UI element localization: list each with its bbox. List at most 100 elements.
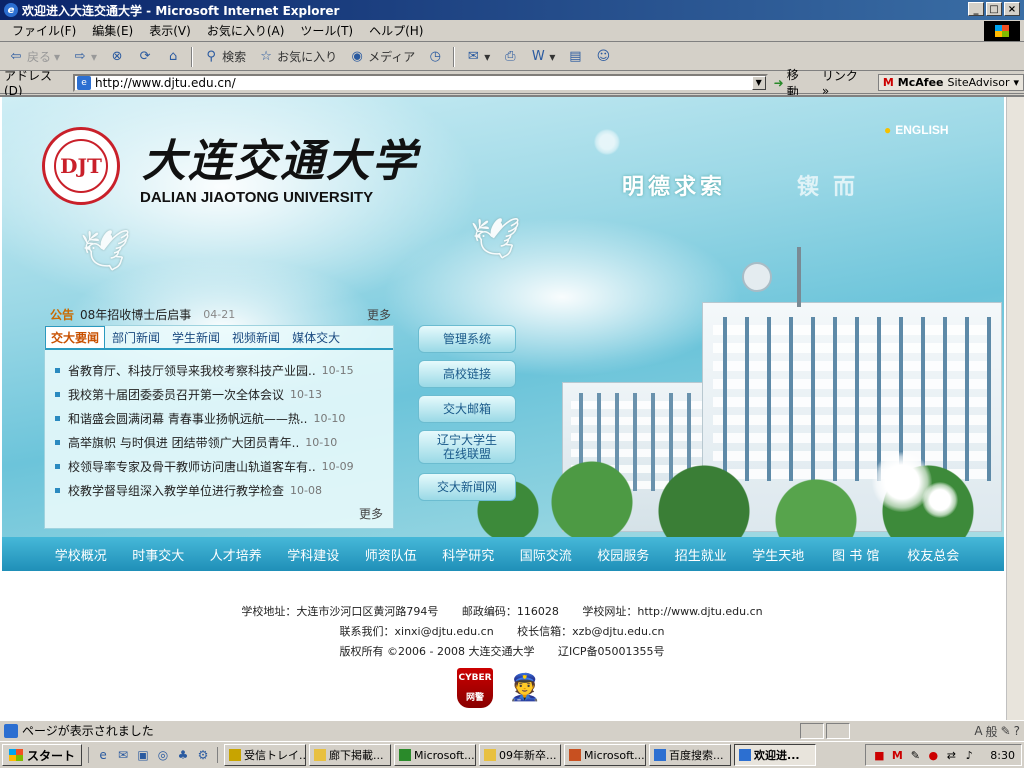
forward-button[interactable]: ⇨ ▾ xyxy=(68,47,101,67)
desktop-quicklaunch-icon[interactable]: ▣ xyxy=(135,747,151,763)
print-button[interactable]: ⎙ xyxy=(498,47,522,67)
taskbar-item[interactable]: Microsoft... xyxy=(564,744,647,766)
news-more-link[interactable]: 更多 xyxy=(359,505,383,522)
discuss-button[interactable]: ▤ xyxy=(563,47,587,67)
taskbar-item[interactable]: 廊下掲載... xyxy=(309,744,392,766)
management-system-button[interactable]: 管理系统 xyxy=(418,325,516,353)
menu-tools[interactable]: ツール(T) xyxy=(292,22,361,39)
network-tray-icon[interactable]: ⇄ xyxy=(944,748,958,762)
nav-education[interactable]: 人才培养 xyxy=(197,545,275,564)
nav-students[interactable]: 学生天地 xyxy=(740,545,818,564)
news-item[interactable]: 我校第十届团委委员召开第一次全体会议 10-13 xyxy=(55,382,385,406)
word-icon: W xyxy=(531,49,545,64)
mail-button[interactable]: ✉ ▾ xyxy=(461,47,494,67)
nav-current-news[interactable]: 时事交大 xyxy=(120,545,198,564)
close-button[interactable]: × xyxy=(1004,2,1020,16)
search-icon: ⚲ xyxy=(206,49,216,64)
news-item[interactable]: 省教育厅、科技厅领导来我校考察科技产业园.. 10-15 xyxy=(55,358,385,382)
favorites-button[interactable]: ☆ お気に入り xyxy=(254,46,341,67)
menu-view[interactable]: 表示(V) xyxy=(141,22,199,39)
toolbar-separator xyxy=(453,46,456,67)
mcafee-siteadvisor-button[interactable]: M McAfee SiteAdvisor ▾ xyxy=(877,74,1024,91)
footer-row-contact: 联系我们：xinxi@djtu.edu.cn 校长信箱：xzb@djtu.edu… xyxy=(0,622,1004,642)
tray-app-icon[interactable]: ■ xyxy=(872,748,886,762)
bullet-icon xyxy=(55,463,60,469)
outlook-quicklaunch-icon[interactable]: ✉ xyxy=(115,747,131,763)
news-item[interactable]: 高举旗帜 与时俱进 团结带领广大团员青年.. 10-10 xyxy=(55,430,385,454)
menu-favorites[interactable]: お気に入り(A) xyxy=(199,22,293,39)
maximize-button[interactable]: □ xyxy=(986,2,1002,16)
footer-website[interactable]: 学校网址：http://www.djtu.edu.cn xyxy=(582,605,762,618)
stop-button[interactable]: ⊗ xyxy=(105,47,129,67)
volume-tray-icon[interactable]: ♪ xyxy=(962,748,976,762)
folder-icon xyxy=(314,749,327,761)
taskbar-item[interactable]: Microsoft... xyxy=(394,744,477,766)
site-header-banner: 🕊 🕊 DJT 大连交通大学 DALIAN JIAOTONG UNIVERSIT… xyxy=(2,97,1004,537)
taskbar-item[interactable]: 受信トレイ... xyxy=(224,744,307,766)
window-titlebar[interactable]: e 欢迎进入大连交通大学 - Microsoft Internet Explor… xyxy=(0,0,1024,20)
minimize-button[interactable]: _ xyxy=(968,2,984,16)
university-seal-logo[interactable]: DJT xyxy=(42,127,120,205)
pen-tray-icon[interactable]: ✎ xyxy=(908,748,922,762)
app-quicklaunch-icon[interactable]: ♣ xyxy=(175,747,191,763)
address-dropdown-icon[interactable]: ▼ xyxy=(751,75,766,90)
seagull-icon: 🕊 xyxy=(80,228,131,274)
app-quicklaunch-icon[interactable]: ◎ xyxy=(155,747,171,763)
nav-library[interactable]: 图 书 馆 xyxy=(817,545,895,564)
back-button[interactable]: ⇦ 戻る ▾ xyxy=(4,46,64,67)
menu-edit[interactable]: 編集(E) xyxy=(84,22,141,39)
tab-student-news[interactable]: 学生新闻 xyxy=(167,326,225,348)
refresh-button[interactable]: ⟳ xyxy=(133,47,157,67)
cyber-police-badge[interactable]: CYBER 网警 xyxy=(457,668,493,708)
history-button[interactable]: ◷ xyxy=(423,47,447,67)
nav-alumni[interactable]: 校友总会 xyxy=(895,545,973,564)
window-title: 欢迎进入大连交通大学 - Microsoft Internet Explorer xyxy=(22,3,340,18)
tab-media-news[interactable]: 媒体交大 xyxy=(287,326,345,348)
nav-disciplines[interactable]: 学科建设 xyxy=(275,545,353,564)
nav-admissions[interactable]: 招生就业 xyxy=(662,545,740,564)
news-item[interactable]: 校教学督导组深入教学单位进行教学检查 10-08 xyxy=(55,478,385,502)
links-button[interactable]: リンク » xyxy=(822,67,868,98)
nav-research[interactable]: 科学研究 xyxy=(430,545,508,564)
nav-about[interactable]: 学校概况 xyxy=(42,545,120,564)
news-item[interactable]: 校领导率专家及骨干教师访问唐山轨道客车有.. 10-09 xyxy=(55,454,385,478)
edit-button[interactable]: W ▾ xyxy=(526,47,559,67)
news-item[interactable]: 和谐盛会圆满闭幕 青春事业扬帆远航——热.. 10-10 xyxy=(55,406,385,430)
tab-djtu-news[interactable]: 交大要闻 xyxy=(45,326,106,348)
messenger-button[interactable]: ☺ xyxy=(591,47,615,67)
djtu-news-site-button[interactable]: 交大新闻网 xyxy=(418,473,516,501)
search-button[interactable]: ⚲ 検索 xyxy=(199,46,250,67)
mcafee-tray-icon[interactable]: M xyxy=(890,748,904,762)
home-button[interactable]: ⌂ xyxy=(161,47,185,67)
taskbar-item[interactable]: 百度搜索... xyxy=(649,744,732,766)
menu-help[interactable]: ヘルプ(H) xyxy=(361,22,431,39)
nav-faculty[interactable]: 师资队伍 xyxy=(352,545,430,564)
footer-icp[interactable]: 辽ICP备05001355号 xyxy=(558,645,665,658)
djtu-mail-button[interactable]: 交大邮箱 xyxy=(418,395,516,423)
start-button[interactable]: スタート xyxy=(2,744,83,766)
english-link[interactable]: ● ENGLISH xyxy=(884,123,949,137)
notice-more-link[interactable]: 更多 xyxy=(367,306,391,323)
nav-international[interactable]: 国际交流 xyxy=(507,545,585,564)
tab-department-news[interactable]: 部门新闻 xyxy=(107,326,165,348)
ie-quicklaunch-icon[interactable]: e xyxy=(95,747,111,763)
taskbar-item[interactable]: 09年新卒... xyxy=(479,744,562,766)
taskbar-item-active[interactable]: 欢迎进... xyxy=(734,744,817,766)
liaoning-student-alliance-button[interactable]: 辽宁大学生 在线联盟 xyxy=(418,430,516,464)
university-links-button[interactable]: 高校链接 xyxy=(418,360,516,388)
footer-president-mail[interactable]: 校长信箱：xzb@djtu.edu.cn xyxy=(517,625,664,638)
footer-contact[interactable]: 联系我们：xinxi@djtu.edu.cn xyxy=(340,625,494,638)
media-button[interactable]: ◉ メディア xyxy=(345,46,419,67)
notice-link[interactable]: 08年招收博士后启事 xyxy=(80,306,191,323)
vertical-scrollbar[interactable] xyxy=(1006,97,1024,720)
ime-toolbar[interactable]: A 般 ✎ ? xyxy=(974,721,1020,741)
status-cell xyxy=(800,723,824,739)
nav-campus-services[interactable]: 校园服务 xyxy=(585,545,663,564)
address-input[interactable]: e http://www.djtu.edu.cn/ ▼ xyxy=(72,73,768,92)
app-quicklaunch-icon[interactable]: ⚙ xyxy=(195,747,211,763)
clock[interactable]: 8:30 xyxy=(990,749,1015,762)
tab-video-news[interactable]: 视频新闻 xyxy=(227,326,285,348)
police-mascot-icon[interactable]: 👮 xyxy=(503,668,547,708)
security-tray-icon[interactable]: ● xyxy=(926,748,940,762)
menu-file[interactable]: ファイル(F) xyxy=(4,22,84,39)
